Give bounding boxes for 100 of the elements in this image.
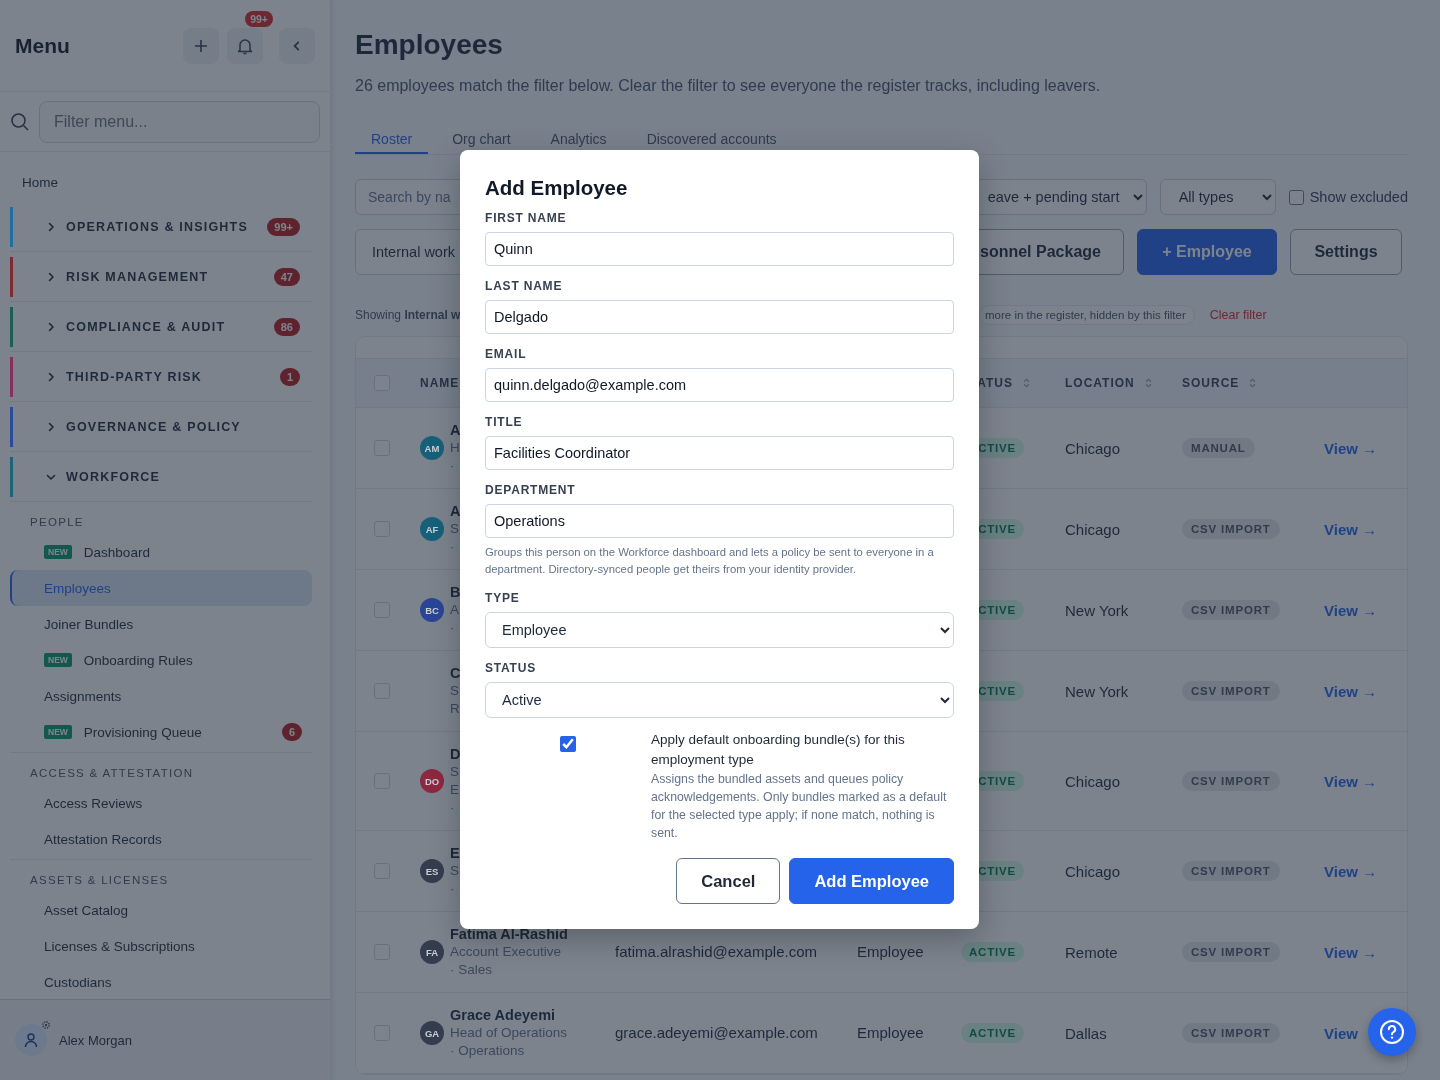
gear-icon [41, 1020, 51, 1030]
view-link[interactable]: View → [1324, 682, 1378, 700]
toolbar-button[interactable]: + Employee [1137, 229, 1277, 275]
status-badge: ACTIVE [961, 942, 1024, 962]
sort-icon[interactable] [1249, 378, 1257, 388]
input-field[interactable]: Facilities Coordinator [485, 436, 954, 470]
submit-button[interactable]: Add Employee [789, 858, 954, 904]
menu-title: Menu [15, 33, 71, 58]
clear-filter-link[interactable]: Clear filter [1209, 308, 1267, 322]
section-header[interactable]: GOVERNANCE & POLICY [10, 407, 312, 447]
filter-field[interactable]: Filter menu... [39, 100, 320, 143]
employee-name: D [450, 745, 461, 763]
column-header[interactable]: NAME [420, 376, 460, 390]
menu-item-label: Attestation Records [44, 831, 163, 847]
employee-detail: Account Executive [450, 943, 563, 961]
filter-summary: Showing Internal w [355, 308, 461, 322]
source-badge: CSV IMPORT [1182, 771, 1280, 791]
onboarding-checkbox[interactable] [560, 736, 576, 752]
view-link[interactable]: View → [1324, 520, 1378, 538]
chevron-right-icon [46, 372, 56, 382]
select-field[interactable]: Employee [485, 612, 954, 648]
menu-item[interactable]: Asset Catalog [10, 892, 312, 928]
show-excluded-checkbox[interactable] [1288, 189, 1304, 205]
page-subtitle: 26 employees match the filter below. Clear the filter to see everyone the register tracks, including leavers. [355, 76, 1102, 96]
email-text: grace.adeyemi@example.com [615, 1024, 818, 1041]
view-link[interactable]: View → [1324, 862, 1378, 880]
menu-item[interactable]: NEW Dashboard [10, 534, 312, 570]
view-link[interactable]: View → [1324, 439, 1378, 457]
view-link[interactable]: View [1324, 1024, 1358, 1042]
menu-item[interactable]: Joiner Bundles [10, 606, 312, 642]
employee-detail: R [450, 700, 461, 718]
source-badge: CSV IMPORT [1182, 861, 1280, 881]
employee-name: Grace Adeyemi [450, 1006, 557, 1024]
column-header[interactable]: SOURCE [1182, 376, 1257, 390]
question-icon [1379, 1019, 1405, 1045]
toolbar-button[interactable]: Settings [1290, 229, 1402, 275]
view-link[interactable]: View → [1324, 943, 1378, 961]
notification-badge: 99+ [245, 10, 273, 27]
menu-item[interactable]: Assignments [10, 678, 312, 714]
avatar: BC [420, 598, 444, 622]
notifications-button[interactable] [227, 27, 263, 64]
section-header[interactable]: RISK MANAGEMENT 47 [10, 257, 312, 297]
tab[interactable]: Org chart [436, 126, 527, 154]
count-badge: 99+ [267, 218, 300, 236]
collapse-button[interactable] [279, 27, 315, 64]
employee-detail: S [450, 682, 460, 700]
employee-detail: · [450, 538, 456, 556]
type-text: Employee [857, 943, 924, 960]
checkbox-label: Apply default onboarding bundle(s) for this employment type [651, 731, 906, 769]
menu-item[interactable]: Attestation Records [10, 821, 312, 857]
menu-item[interactable]: Employees [10, 570, 312, 606]
tab[interactable]: Discovered accounts [630, 126, 793, 154]
column-header[interactable]: LOCATION [1065, 376, 1152, 390]
count-badge: 1 [279, 368, 300, 386]
add-button[interactable] [183, 27, 219, 64]
location-text: Chicago [1065, 772, 1121, 790]
source-badge: CSV IMPORT [1182, 681, 1280, 701]
dialog-title: Add Employee [485, 175, 629, 201]
section-header[interactable]: COMPLIANCE & AUDIT 86 [10, 307, 312, 347]
menu-item[interactable]: NEW Onboarding Rules [10, 642, 312, 678]
new-tag: NEW [44, 545, 72, 559]
avatar: ES [420, 859, 444, 883]
location-text: Chicago [1065, 520, 1121, 538]
input-field[interactable]: quinn.delgado@example.com [485, 368, 954, 402]
checkbox-help: Assigns the bundled assets and queues policy acknowledgements. Only bundles marked as a default for the selected type apply; if none match, nothing is sent. [651, 771, 948, 842]
section-header[interactable]: WORKFORCE [10, 457, 312, 497]
input-field[interactable]: Operations [485, 504, 954, 538]
employee-detail: · [450, 880, 456, 898]
sort-icon[interactable] [1023, 378, 1030, 388]
source-badge: CSV IMPORT [1182, 600, 1280, 620]
menu-item-label: Joiner Bundles [44, 616, 135, 632]
input-field[interactable]: Delgado [485, 300, 954, 334]
tab[interactable]: Analytics [534, 126, 623, 154]
user-name: Alex Morgan [59, 1032, 132, 1048]
sort-icon[interactable] [1144, 378, 1152, 388]
user-avatar[interactable] [15, 1024, 47, 1056]
field-label: TYPE [485, 592, 521, 604]
view-link[interactable]: View → [1324, 601, 1378, 619]
type-select[interactable]: All types [1159, 179, 1276, 215]
cancel-button[interactable]: Cancel [676, 858, 781, 904]
menu-item[interactable]: Licenses & Subscriptions [10, 928, 312, 964]
menu-item-label: Licenses & Subscriptions [44, 938, 196, 954]
location-text: Chicago [1065, 439, 1121, 457]
field-label: DEPARTMENT [485, 484, 577, 496]
employee-name: B [450, 583, 461, 601]
menu-item[interactable]: Access Reviews [10, 785, 312, 821]
tab[interactable]: Roster [355, 126, 429, 154]
location-text: Chicago [1065, 862, 1121, 880]
menu-item[interactable]: NEW Provisioning Queue 6 [10, 714, 312, 750]
group-heading: ACCESS & ATTESTATION [29, 766, 195, 781]
menu-item[interactable]: Custodians [10, 964, 312, 999]
input-field[interactable]: Quinn [485, 232, 954, 266]
select-field[interactable]: Active [485, 682, 954, 718]
section-header[interactable]: THIRD-PARTY RISK 1 [10, 357, 312, 397]
home-link[interactable]: Home [0, 162, 330, 202]
view-link[interactable]: View → [1324, 772, 1378, 790]
avatar: AF [420, 517, 444, 541]
column-header[interactable]: ATUS [977, 376, 1030, 390]
section-header[interactable]: OPERATIONS & INSIGHTS 99+ [10, 207, 312, 247]
field-label: LAST NAME [485, 280, 564, 292]
